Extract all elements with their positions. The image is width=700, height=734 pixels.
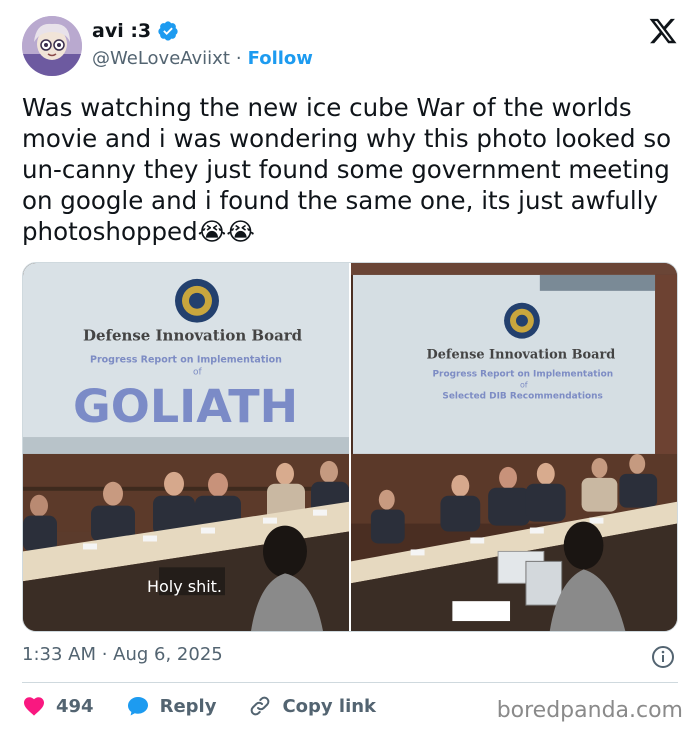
right-slide-org: Defense Innovation Board — [427, 347, 616, 362]
handle[interactable]: @WeLoveAviixt — [92, 48, 230, 69]
right-slide-of: of — [520, 380, 528, 389]
left-slide-of: of — [193, 367, 203, 377]
follow-button[interactable]: Follow — [248, 48, 313, 69]
timestamp[interactable]: 1:33 AM · Aug 6, 2025 — [22, 644, 223, 665]
left-caption: Holy shit. — [147, 577, 222, 596]
right-slide-line3: Selected DIB Recommendations — [442, 391, 602, 401]
like-button[interactable]: 494 — [22, 694, 94, 718]
verified-badge-icon — [158, 21, 178, 41]
speech-bubble-icon — [127, 697, 148, 716]
heart-icon — [24, 697, 44, 716]
copy-link-label: Copy link — [282, 695, 377, 717]
reply-label: Reply — [159, 695, 217, 717]
media-grid[interactable]: Defense Innovation Board Progress Report… — [22, 262, 678, 632]
tweet-text: Was watching the new ice cube War of the… — [22, 93, 672, 246]
link-icon — [251, 696, 270, 716]
left-slide-org: Defense Innovation Board — [83, 327, 303, 345]
like-count: 494 — [56, 695, 94, 717]
photo-right[interactable]: Defense Innovation Board Progress Report… — [351, 263, 677, 631]
copy-link-button[interactable]: Copy link — [248, 694, 376, 718]
x-logo-icon[interactable] — [648, 16, 678, 46]
left-slide-subtitle: Progress Report on Implementation — [90, 354, 282, 365]
reply-button[interactable]: Reply — [126, 694, 217, 718]
photo-left[interactable]: Defense Innovation Board Progress Report… — [23, 263, 349, 631]
right-slide-subtitle: Progress Report on Implementation — [433, 369, 614, 379]
separator: · — [235, 48, 242, 69]
divider — [22, 682, 678, 683]
watermark: boredpanda.com — [496, 698, 683, 723]
display-name[interactable]: avi :3 — [92, 20, 151, 42]
left-slide-big-word: GOLIATH — [73, 379, 298, 433]
info-icon[interactable] — [651, 645, 675, 669]
avatar[interactable] — [22, 16, 82, 76]
